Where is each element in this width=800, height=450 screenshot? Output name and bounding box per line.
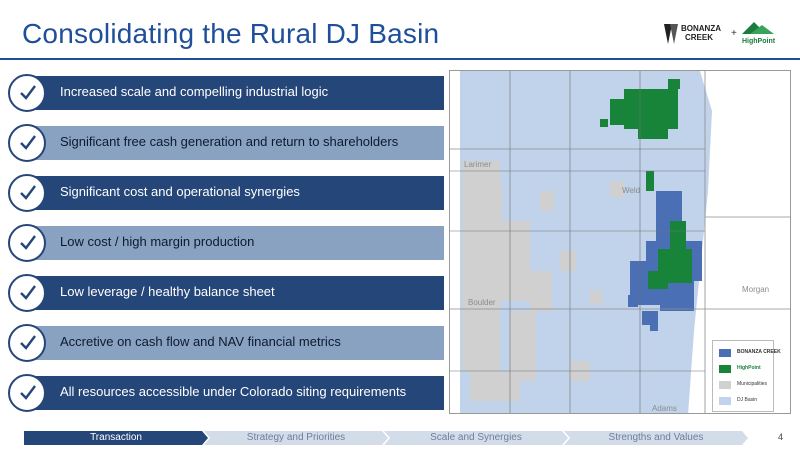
legend-label: BONANZA CREEK: [737, 349, 781, 355]
legend-swatch-bonanza: [719, 349, 731, 357]
legend-label: Municipalities: [737, 381, 768, 387]
checkmark-circle: [8, 224, 46, 262]
checkmark-circle: [8, 374, 46, 412]
checkmark-circle: [8, 124, 46, 162]
logo-word-1: BONANZA: [681, 24, 721, 33]
section-progress-nav: Transaction Strategy and Priorities Scal…: [24, 431, 748, 445]
checkmark-icon: [20, 335, 36, 350]
county-label-boulder: Boulder: [468, 298, 496, 307]
checkmark-circle: [8, 174, 46, 212]
bullet-item: Accretive on cash flow and NAV financial…: [8, 324, 444, 362]
county-label-larimer: Larimer: [464, 160, 492, 169]
checkmark-icon: [20, 85, 36, 100]
legend-label: HighPoint: [737, 365, 761, 371]
bullet-list: Increased scale and compelling industria…: [8, 74, 444, 424]
bullet-item: Low cost / high margin production: [8, 224, 444, 262]
logo-highpoint-word: HighPoint: [742, 38, 776, 45]
bullet-item: Low leverage / healthy balance sheet: [8, 274, 444, 312]
bullet-text: Significant free cash generation and ret…: [60, 134, 399, 149]
title-rule: [0, 58, 800, 60]
progress-step-transaction[interactable]: Transaction: [24, 431, 208, 445]
progress-step-label: Strengths and Values: [608, 432, 704, 443]
progress-step-label: Strategy and Priorities: [246, 432, 346, 443]
county-label-morgan: Morgan: [742, 285, 770, 294]
bullet-item: All resources accessible under Colorado …: [8, 374, 444, 412]
logo-plus: +: [731, 28, 737, 39]
page-title: Consolidating the Rural DJ Basin: [22, 18, 440, 49]
checkmark-icon: [20, 185, 36, 200]
bullet-text: Accretive on cash flow and NAV financial…: [60, 334, 341, 349]
bonanza-highpoint-logo: BONANZA CREEK + HighPoint: [664, 22, 776, 45]
progress-step-strengths[interactable]: Strengths and Values: [564, 431, 748, 445]
bullet-text: Significant cost and operational synergi…: [60, 184, 300, 199]
checkmark-icon: [20, 135, 36, 150]
checkmark-circle: [8, 274, 46, 312]
company-logos: BONANZA CREEK + HighPoint: [662, 18, 788, 48]
page-number: 4: [778, 432, 784, 442]
bullet-text: Low cost / high margin production: [60, 234, 255, 249]
map-legend: BONANZA CREEK HighPoint Municipalities D…: [712, 340, 781, 412]
progress-step-scale[interactable]: Scale and Synergies: [384, 431, 568, 445]
bullet-item: Increased scale and compelling industria…: [8, 74, 444, 112]
county-label-weld: Weld: [622, 186, 641, 195]
checkmark-circle: [8, 324, 46, 362]
legend-label: DJ Basin: [737, 397, 758, 403]
progress-step-strategy[interactable]: Strategy and Priorities: [204, 431, 388, 445]
checkmark-icon: [20, 235, 36, 250]
bullet-item: Significant cost and operational synergi…: [8, 174, 444, 212]
bullet-item: Significant free cash generation and ret…: [8, 124, 444, 162]
legend-swatch-municipalities: [719, 381, 731, 389]
bonanza-creek-mark-icon: [664, 24, 678, 44]
county-label-adams: Adams: [652, 404, 677, 413]
legend-swatch-highpoint: [719, 365, 731, 373]
bullet-text: Low leverage / healthy balance sheet: [60, 284, 275, 299]
checkmark-circle: [8, 74, 46, 112]
bullet-text: Increased scale and compelling industria…: [60, 84, 329, 99]
progress-step-label: Transaction: [90, 432, 142, 443]
progress-step-label: Scale and Synergies: [430, 432, 522, 443]
legend-swatch-dj-basin: [719, 397, 731, 405]
checkmark-icon: [20, 285, 36, 300]
bullet-text: All resources accessible under Colorado …: [60, 384, 407, 399]
checkmark-icon: [20, 385, 36, 400]
highpoint-mountain-icon: [742, 22, 774, 34]
logo-word-2: CREEK: [685, 33, 713, 42]
